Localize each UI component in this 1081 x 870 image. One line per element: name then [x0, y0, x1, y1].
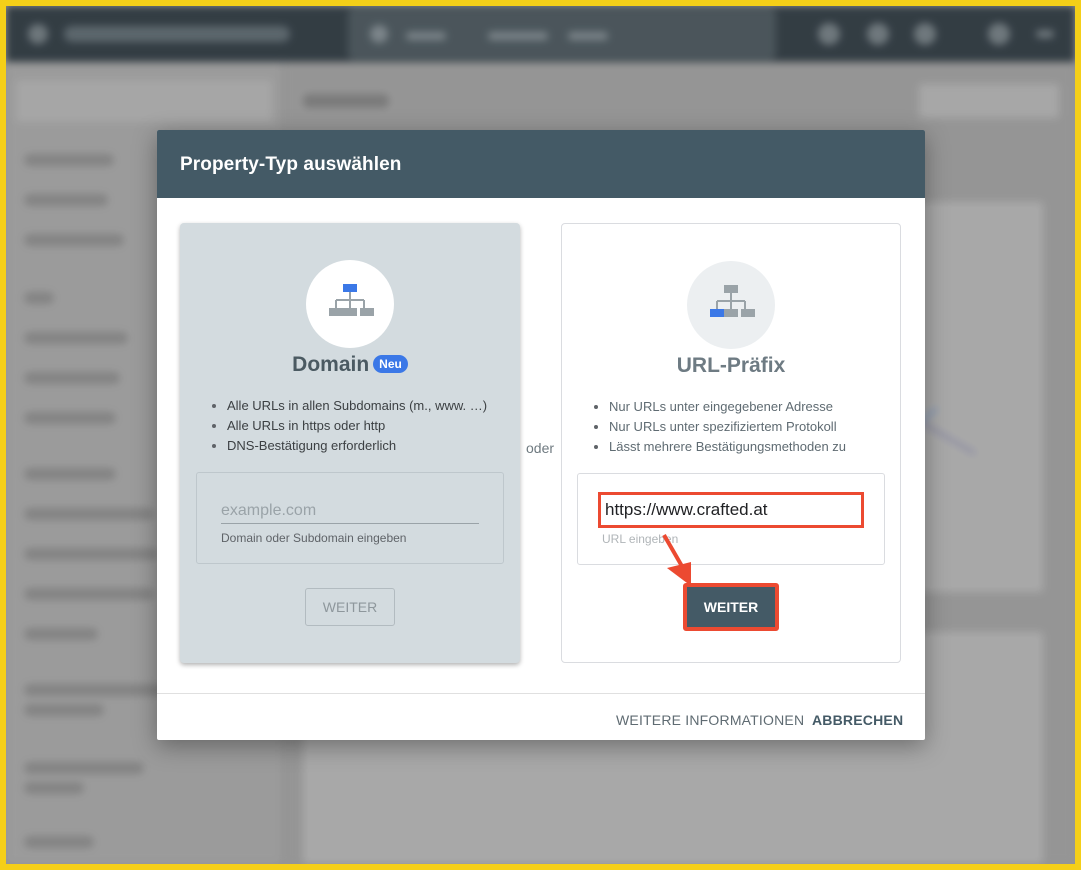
- property-type-dialog: Property-Typ auswählen Domain Neu Alle UR…: [157, 130, 925, 740]
- domain-input[interactable]: [221, 499, 479, 524]
- url-input-hint: URL eingeben: [602, 532, 679, 546]
- domain-title-text: Domain: [292, 353, 370, 376]
- url-prefix-sitemap-icon: [687, 261, 775, 349]
- url-input-container: URL eingeben: [577, 473, 885, 565]
- new-badge: Neu: [373, 355, 408, 373]
- domain-title: Domain Neu: [180, 353, 520, 377]
- domain-sitemap-icon: [306, 260, 394, 348]
- list-item: Alle URLs in https oder http: [210, 416, 487, 436]
- domain-continue-button[interactable]: WEITER: [305, 588, 395, 626]
- url-input[interactable]: [598, 492, 864, 528]
- list-item: Nur URLs unter eingegebener Adresse: [592, 397, 846, 417]
- more-info-button[interactable]: WEITERE INFORMATIONEN: [616, 712, 804, 728]
- list-item: Lässt mehrere Bestätigungsmethoden zu: [592, 437, 846, 457]
- dialog-footer: WEITERE INFORMATIONEN ABBRECHEN: [157, 693, 925, 740]
- list-item: Nur URLs unter spezifiziertem Protokoll: [592, 417, 846, 437]
- domain-feature-list: Alle URLs in allen Subdomains (m., www. …: [210, 396, 487, 456]
- or-separator: oder: [526, 440, 555, 456]
- list-item: Alle URLs in allen Subdomains (m., www. …: [210, 396, 487, 416]
- cancel-button[interactable]: ABBRECHEN: [812, 712, 903, 728]
- domain-option-card[interactable]: Domain Neu Alle URLs in allen Subdomains …: [180, 223, 520, 663]
- url-prefix-title: URL-Präfix: [676, 354, 786, 377]
- url-prefix-option-card[interactable]: URL-Präfix Nur URLs unter eingegebener A…: [561, 223, 901, 663]
- dialog-title: Property-Typ auswählen: [180, 154, 402, 175]
- domain-input-container: Domain oder Subdomain eingeben: [196, 472, 504, 564]
- list-item: DNS-Bestätigung erforderlich: [210, 436, 487, 456]
- dialog-header: Property-Typ auswählen: [157, 130, 925, 198]
- domain-input-hint: Domain oder Subdomain eingeben: [221, 531, 407, 545]
- url-prefix-feature-list: Nur URLs unter eingegebener Adresse Nur …: [592, 397, 846, 457]
- screenshot-frame: Property-Typ auswählen Domain Neu Alle UR…: [6, 6, 1075, 864]
- url-prefix-continue-button[interactable]: WEITER: [683, 583, 779, 631]
